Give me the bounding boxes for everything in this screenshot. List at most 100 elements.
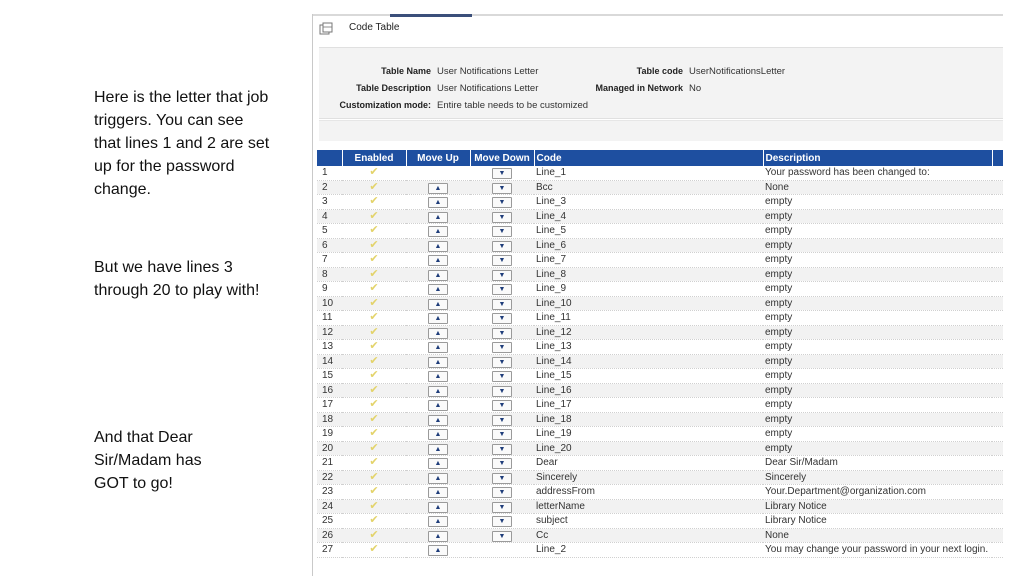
arrow-up-icon[interactable]: ▲ (428, 197, 448, 208)
table-row[interactable]: 16 ✔ ▲ ▼ Line_16 empty (317, 383, 1003, 398)
arrow-up-icon[interactable]: ▲ (428, 385, 448, 397)
checkmark-icon[interactable]: ✔ (369, 471, 378, 483)
enabled-cell[interactable]: ✔ (342, 368, 406, 384)
description-cell[interactable]: Library Notice (763, 513, 992, 529)
description-cell[interactable]: empty (763, 296, 992, 311)
column-header-code[interactable]: Code (534, 150, 764, 166)
code-cell[interactable]: Line_14 (534, 354, 763, 369)
table-row[interactable]: 20 ✔ ▲ ▼ Line_20 empty (317, 441, 1003, 456)
arrow-up-icon[interactable]: ▲ (428, 211, 448, 223)
checkmark-icon[interactable]: ✔ (369, 253, 378, 265)
arrow-down-icon[interactable]: ▼ (492, 226, 512, 237)
description-cell[interactable]: empty (763, 310, 992, 326)
description-cell[interactable]: None (763, 528, 992, 543)
arrow-up-icon[interactable]: ▲ (428, 371, 448, 382)
arrow-up-icon[interactable]: ▲ (428, 516, 448, 527)
checkmark-icon[interactable]: ✔ (369, 500, 378, 512)
code-cell[interactable]: Line_12 (534, 325, 763, 340)
table-row[interactable]: 1 ✔ ▼ Line_1 Your password has been changed … (317, 166, 1003, 181)
arrow-down-icon[interactable]: ▼ (492, 269, 512, 281)
code-cell[interactable]: Line_13 (534, 339, 763, 355)
checkmark-icon[interactable]: ✔ (369, 543, 378, 555)
table-row[interactable]: 10 ✔ ▲ ▼ Line_10 empty (317, 296, 1003, 311)
checkmark-icon[interactable]: ✔ (369, 355, 378, 367)
checkmark-icon[interactable]: ✔ (369, 311, 378, 323)
table-row[interactable]: 21 ✔ ▲ ▼ Dear Dear Sir/Madam (317, 455, 1003, 471)
code-cell[interactable]: subject (534, 513, 763, 529)
code-cell[interactable]: Line_16 (534, 383, 763, 398)
arrow-down-icon[interactable]: ▼ (492, 530, 512, 542)
arrow-down-icon[interactable]: ▼ (492, 443, 512, 455)
arrow-down-icon[interactable]: ▼ (492, 284, 512, 295)
arrow-up-icon[interactable]: ▲ (428, 501, 448, 513)
code-cell[interactable]: Line_6 (534, 238, 763, 253)
code-cell[interactable]: Bcc (534, 180, 763, 195)
table-row[interactable]: 6 ✔ ▲ ▼ Line_6 empty (317, 238, 1003, 253)
arrow-up-icon[interactable]: ▲ (428, 429, 448, 440)
arrow-down-icon[interactable]: ▼ (492, 371, 512, 382)
table-row[interactable]: 13 ✔ ▲ ▼ Line_13 empty (317, 339, 1003, 355)
table-row[interactable]: 7 ✔ ▲ ▼ Line_7 empty (317, 252, 1003, 268)
arrow-down-icon[interactable]: ▼ (492, 429, 512, 440)
description-cell[interactable]: empty (763, 339, 992, 355)
description-cell[interactable]: Your password has been changed to: (763, 166, 992, 181)
arrow-up-icon[interactable]: ▲ (428, 443, 448, 455)
description-cell[interactable]: empty (763, 223, 992, 239)
description-cell[interactable]: empty (763, 252, 992, 268)
column-header-enabled[interactable]: Enabled (342, 150, 407, 166)
arrow-down-icon[interactable]: ▼ (492, 472, 512, 484)
arrow-down-icon[interactable]: ▼ (492, 342, 512, 353)
arrow-down-icon[interactable]: ▼ (492, 182, 512, 194)
checkmark-icon[interactable]: ✔ (369, 326, 378, 338)
arrow-up-icon[interactable]: ▲ (428, 458, 448, 469)
checkmark-icon[interactable]: ✔ (369, 369, 378, 381)
code-cell[interactable]: Line_11 (534, 310, 763, 326)
table-row[interactable]: 5 ✔ ▲ ▼ Line_5 empty (317, 223, 1003, 239)
enabled-cell[interactable]: ✔ (342, 325, 406, 340)
checkmark-icon[interactable]: ✔ (369, 384, 378, 396)
code-cell[interactable]: Line_9 (534, 281, 763, 297)
arrow-down-icon[interactable]: ▼ (492, 501, 512, 513)
enabled-cell[interactable]: ✔ (342, 238, 406, 253)
table-row[interactable]: 2 ✔ ▲ ▼ Bcc None (317, 180, 1003, 195)
code-cell[interactable]: Line_7 (534, 252, 763, 268)
enabled-cell[interactable]: ✔ (342, 542, 406, 558)
arrow-down-icon[interactable]: ▼ (492, 414, 512, 426)
arrow-down-icon[interactable]: ▼ (492, 211, 512, 223)
arrow-up-icon[interactable]: ▲ (428, 487, 448, 498)
arrow-down-icon[interactable]: ▼ (492, 487, 512, 498)
code-cell[interactable]: Line_18 (534, 412, 763, 427)
arrow-up-icon[interactable]: ▲ (428, 414, 448, 426)
description-cell[interactable]: Your.Department@organization.com (763, 484, 992, 500)
enabled-cell[interactable]: ✔ (342, 441, 406, 456)
column-header-move-down[interactable]: Move Down (470, 150, 535, 166)
enabled-cell[interactable]: ✔ (342, 426, 406, 442)
table-row[interactable]: 9 ✔ ▲ ▼ Line_9 empty (317, 281, 1003, 297)
table-row[interactable]: 25 ✔ ▲ ▼ subject Library Notice (317, 513, 1003, 529)
table-row[interactable]: 18 ✔ ▲ ▼ Line_18 empty (317, 412, 1003, 427)
description-cell[interactable]: empty (763, 267, 992, 282)
checkmark-icon[interactable]: ✔ (369, 485, 378, 497)
enabled-cell[interactable]: ✔ (342, 267, 406, 282)
enabled-cell[interactable]: ✔ (342, 194, 406, 210)
checkmark-icon[interactable]: ✔ (369, 297, 378, 309)
arrow-up-icon[interactable]: ▲ (428, 255, 448, 266)
arrow-down-icon[interactable]: ▼ (492, 168, 512, 179)
table-row[interactable]: 3 ✔ ▲ ▼ Line_3 empty (317, 194, 1003, 210)
code-cell[interactable]: Line_1 (534, 166, 763, 181)
table-row[interactable]: 22 ✔ ▲ ▼ Sincerely Sincerely (317, 470, 1003, 485)
enabled-cell[interactable]: ✔ (342, 499, 406, 514)
table-row[interactable]: 14 ✔ ▲ ▼ Line_14 empty (317, 354, 1003, 369)
enabled-cell[interactable]: ✔ (342, 339, 406, 355)
checkmark-icon[interactable]: ✔ (369, 195, 378, 207)
code-cell[interactable]: Line_19 (534, 426, 763, 442)
enabled-cell[interactable]: ✔ (342, 310, 406, 326)
enabled-cell[interactable]: ✔ (342, 252, 406, 268)
arrow-up-icon[interactable]: ▲ (428, 472, 448, 484)
table-row[interactable]: 19 ✔ ▲ ▼ Line_19 empty (317, 426, 1003, 442)
enabled-cell[interactable]: ✔ (342, 354, 406, 369)
arrow-down-icon[interactable]: ▼ (492, 356, 512, 368)
arrow-up-icon[interactable]: ▲ (428, 182, 448, 194)
checkmark-icon[interactable]: ✔ (369, 427, 378, 439)
description-cell[interactable]: empty (763, 354, 992, 369)
